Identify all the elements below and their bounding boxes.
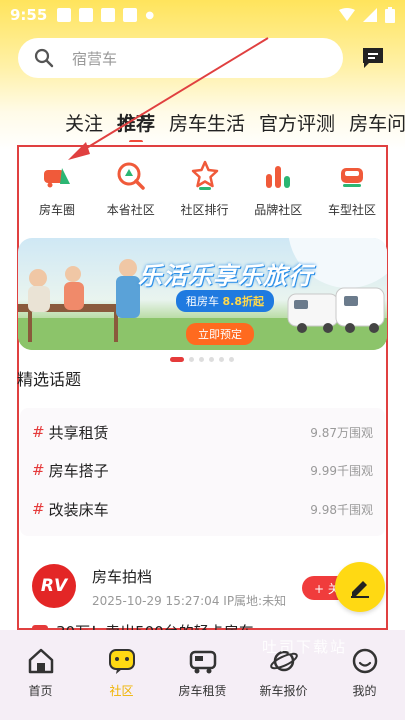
wifi-icon	[339, 8, 355, 21]
quick-link-model-community[interactable]: 车型社区	[317, 160, 387, 218]
profile-smile-icon	[352, 648, 377, 674]
search-input[interactable]: 宿营车	[18, 38, 343, 78]
topic-item[interactable]: # 房车搭子 9.99千围观	[32, 458, 373, 482]
nav-home[interactable]: 首页	[1, 646, 81, 720]
tab-recommend[interactable]: 推荐	[117, 109, 155, 142]
featured-topics-title: 精选话题	[17, 370, 82, 389]
app-notification-icon	[123, 8, 138, 22]
home-icon	[28, 648, 53, 674]
nav-community[interactable]: 社区	[82, 646, 162, 720]
category-tabs: 关注 推荐 房车生活 官方评测 房车问	[0, 102, 405, 142]
brand-bars-icon	[266, 166, 291, 188]
notification-icons: ●	[57, 8, 154, 22]
car-model-icon	[341, 168, 363, 187]
carousel-dot	[219, 357, 224, 362]
carousel-dot	[229, 357, 234, 362]
watermark: 吐司下载站	[262, 638, 348, 656]
status-time: 9:55	[10, 6, 48, 24]
author-avatar[interactable]: RV	[32, 564, 76, 608]
promo-banner[interactable]: 乐活乐享乐旅行 租房车 8.8折起 立即预定	[18, 238, 387, 350]
featured-topics-list: # 共享租赁 9.87万围观 # 房车搭子 9.99千围观 # 改装床车 9.9…	[20, 408, 385, 536]
tab-follow[interactable]: 关注	[65, 109, 103, 136]
message-icon[interactable]	[360, 45, 386, 71]
signal-icon	[363, 8, 377, 22]
carousel-dot	[209, 357, 214, 362]
quick-link-local-community[interactable]: 本省社区	[96, 160, 166, 218]
search-placeholder: 宿营车	[72, 49, 118, 68]
edit-icon	[351, 581, 369, 598]
hash-icon: #	[32, 423, 45, 441]
battery-icon	[385, 7, 395, 23]
nav-profile[interactable]: 我的	[325, 646, 405, 720]
carousel-dot-active	[170, 357, 184, 362]
topic-item[interactable]: # 改装床车 9.98千围观	[32, 497, 373, 521]
banner-headline: 乐活乐享乐旅行	[138, 262, 313, 290]
post-meta: 2025-10-29 15:27:04 IP属地:未知	[92, 594, 287, 608]
tab-rv-qa[interactable]: 房车问	[349, 109, 405, 136]
carousel-dot	[189, 357, 194, 362]
app-notification-icon	[79, 8, 94, 22]
search-icon	[34, 48, 54, 68]
quick-link-brand-community[interactable]: 品牌社区	[243, 160, 313, 218]
more-dot-icon: ●	[145, 9, 155, 21]
community-chat-icon	[108, 649, 135, 674]
carousel-indicator	[170, 357, 234, 362]
post-card[interactable]: RV 房车拍档 2025-10-29 15:27:04 IP属地:未知 + 关 …	[20, 548, 385, 641]
quick-link-rv-circle[interactable]: 房车圈	[22, 160, 92, 218]
active-tab-indicator	[129, 139, 144, 142]
app-notification-icon	[101, 8, 116, 22]
ranking-star-icon	[191, 160, 218, 190]
location-search-icon	[117, 162, 145, 190]
post-author[interactable]: 房车拍档	[92, 566, 152, 587]
banner-offer: 租房车 8.8折起	[176, 290, 274, 312]
tab-official-review[interactable]: 官方评测	[259, 109, 335, 136]
banner-book-button[interactable]: 立即预定	[186, 323, 254, 345]
hash-icon: #	[32, 500, 45, 518]
quick-links: 房车圈 本省社区 社区排行 品牌社区 车型社区	[22, 160, 387, 218]
status-bar: 9:55 ●	[0, 0, 405, 30]
system-icons	[339, 7, 395, 23]
compose-button[interactable]	[335, 562, 385, 612]
tab-rv-life[interactable]: 房车生活	[169, 109, 245, 136]
nav-rv-rental[interactable]: 房车租赁	[163, 646, 243, 720]
image-notification-icon	[57, 8, 72, 22]
rv-rental-icon	[189, 650, 216, 674]
hash-icon: #	[32, 461, 45, 479]
quick-link-community-ranking[interactable]: 社区排行	[170, 160, 240, 218]
nav-new-car-price[interactable]: 新车报价	[244, 646, 324, 720]
carousel-dot	[199, 357, 204, 362]
rv-circle-icon	[44, 168, 70, 188]
topic-item[interactable]: # 共享租赁 9.87万围观	[32, 420, 373, 444]
